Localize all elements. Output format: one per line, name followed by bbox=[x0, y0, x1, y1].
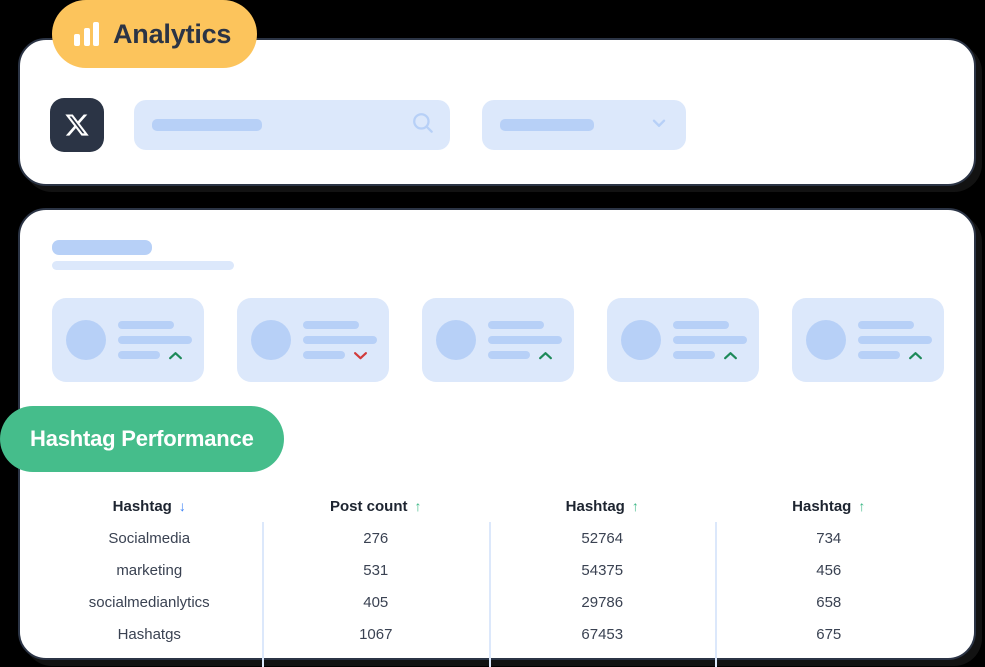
screenshot-root: Hashtag ↓ Post count ↑ Hashtag ↑ Hashtag… bbox=[0, 0, 985, 667]
stat-card[interactable] bbox=[237, 298, 389, 382]
cell-hashtag-3: 734 bbox=[816, 529, 842, 547]
sort-asc-icon[interactable]: ↑ bbox=[415, 499, 422, 513]
stat-card[interactable] bbox=[422, 298, 574, 382]
analytics-badge[interactable]: Analytics bbox=[52, 0, 258, 68]
column-header-post-count[interactable]: Post count ↑ bbox=[263, 490, 490, 522]
cell-post-count: 276 bbox=[363, 529, 389, 547]
column-header-hashtag-3[interactable]: Hashtag ↑ bbox=[716, 490, 943, 522]
chevron-up-icon bbox=[724, 351, 737, 359]
stat-line-2 bbox=[303, 335, 377, 344]
search-icon[interactable] bbox=[410, 110, 436, 141]
cell-post-count: 531 bbox=[363, 561, 389, 579]
avatar bbox=[436, 320, 476, 360]
cell-hashtag-3: 675 bbox=[816, 625, 842, 643]
stat-line-3 bbox=[858, 351, 900, 359]
cell-hashtag: Socialmedia bbox=[108, 529, 191, 547]
column-label: Hashtag bbox=[112, 497, 172, 515]
cell-hashtag-3: 658 bbox=[816, 593, 842, 611]
panel-subtitle-skeleton bbox=[52, 261, 234, 270]
stat-line-3 bbox=[488, 351, 530, 359]
stat-trend-row bbox=[118, 351, 192, 360]
table-header-row: Hashtag ↓ Post count ↑ Hashtag ↑ Hashtag… bbox=[36, 490, 942, 522]
cell-hashtag: marketing bbox=[116, 561, 183, 579]
stat-line-1 bbox=[303, 320, 359, 329]
avatar bbox=[251, 320, 291, 360]
column-divider bbox=[715, 522, 717, 667]
avatar bbox=[806, 320, 846, 360]
filter-dropdown[interactable] bbox=[482, 100, 686, 150]
dropdown-value-skeleton bbox=[500, 119, 594, 131]
chevron-down-icon[interactable] bbox=[648, 112, 670, 139]
table-body: Socialmedia 276 52764 734 marketing 531 … bbox=[36, 522, 942, 667]
chevron-up-icon bbox=[909, 351, 922, 359]
column-label: Hashtag bbox=[792, 497, 852, 515]
chevron-down-icon bbox=[354, 351, 367, 359]
avatar bbox=[621, 320, 661, 360]
stat-line-2 bbox=[488, 335, 562, 344]
search-input[interactable] bbox=[134, 100, 450, 150]
stat-trend-row bbox=[858, 351, 932, 360]
cell-hashtag: socialmedianlytics bbox=[88, 593, 210, 611]
hashtag-performance-label: Hashtag Performance bbox=[30, 426, 254, 451]
stat-lines bbox=[858, 320, 932, 360]
column-header-hashtag-2[interactable]: Hashtag ↑ bbox=[489, 490, 716, 522]
stat-line-3 bbox=[118, 351, 160, 359]
x-twitter-icon[interactable] bbox=[50, 98, 104, 152]
stat-lines bbox=[488, 320, 562, 360]
stat-line-1 bbox=[673, 320, 729, 329]
stat-card[interactable] bbox=[52, 298, 204, 382]
cell-hashtag-2: 54375 bbox=[581, 561, 624, 579]
column-header-hashtag-1[interactable]: Hashtag ↓ bbox=[36, 490, 263, 522]
stat-trend-row bbox=[673, 351, 747, 360]
sort-asc-icon[interactable]: ↑ bbox=[858, 499, 865, 513]
cell-hashtag: Hashatgs bbox=[117, 625, 181, 643]
avatar bbox=[66, 320, 106, 360]
stat-card[interactable] bbox=[607, 298, 759, 382]
stat-lines bbox=[673, 320, 747, 360]
stat-line-3 bbox=[303, 351, 345, 359]
chevron-up-icon bbox=[539, 351, 552, 359]
stat-card[interactable] bbox=[792, 298, 944, 382]
stat-line-1 bbox=[488, 320, 544, 329]
search-placeholder-skeleton bbox=[152, 119, 262, 131]
stat-lines bbox=[303, 320, 377, 360]
stat-line-3 bbox=[673, 351, 715, 359]
stat-cards-row bbox=[52, 298, 944, 382]
panel-title-skeleton bbox=[52, 240, 152, 255]
hashtag-performance-table: Hashtag ↓ Post count ↑ Hashtag ↑ Hashtag… bbox=[36, 490, 942, 667]
stat-line-2 bbox=[673, 335, 747, 344]
cell-hashtag-2: 29786 bbox=[581, 593, 624, 611]
column-divider bbox=[262, 522, 264, 667]
analytics-badge-label: Analytics bbox=[113, 18, 232, 49]
stat-line-1 bbox=[858, 320, 914, 329]
cell-post-count: 405 bbox=[363, 593, 389, 611]
stat-line-2 bbox=[858, 335, 932, 344]
sort-asc-icon[interactable]: ↑ bbox=[632, 499, 639, 513]
stat-trend-row bbox=[303, 351, 377, 360]
chevron-up-icon bbox=[169, 351, 182, 359]
stat-trend-row bbox=[488, 351, 562, 360]
column-label: Hashtag bbox=[565, 497, 625, 515]
cell-hashtag-3: 456 bbox=[816, 561, 842, 579]
cell-post-count: 1067 bbox=[359, 625, 393, 643]
sort-desc-icon[interactable]: ↓ bbox=[179, 499, 186, 513]
column-label: Post count bbox=[330, 497, 408, 515]
stat-line-1 bbox=[118, 320, 174, 329]
column-divider bbox=[489, 522, 491, 667]
hashtag-performance-badge[interactable]: Hashtag Performance bbox=[0, 406, 284, 472]
bar-chart-icon bbox=[74, 22, 99, 46]
stat-line-2 bbox=[118, 335, 192, 344]
stat-lines bbox=[118, 320, 192, 360]
cell-hashtag-2: 52764 bbox=[581, 529, 624, 547]
cell-hashtag-2: 67453 bbox=[581, 625, 624, 643]
